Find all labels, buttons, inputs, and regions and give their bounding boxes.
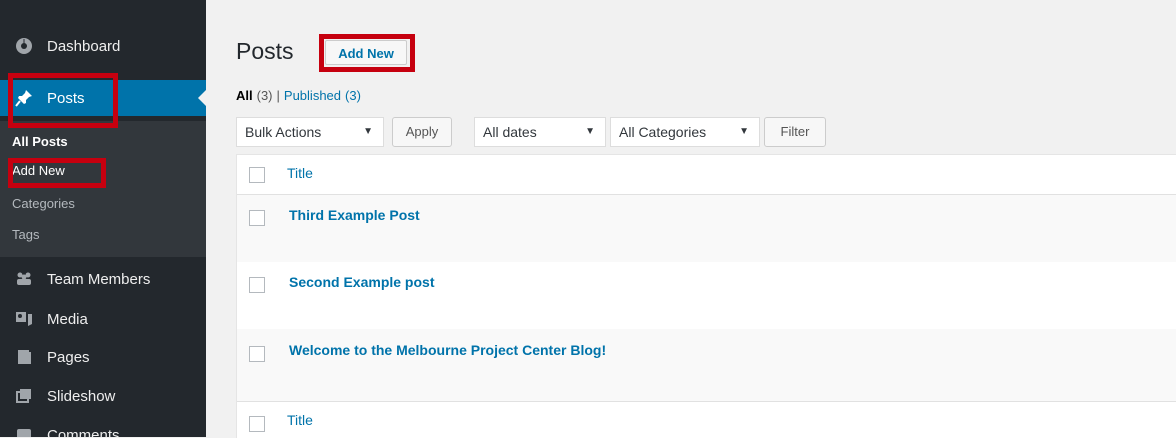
- slideshow-icon: [13, 385, 35, 407]
- dropdown-arrow-icon: ▼: [363, 126, 373, 137]
- admin-sidebar: Dashboard Posts All Posts Add New Catego…: [0, 0, 206, 437]
- sidebar-item-media[interactable]: Media: [0, 301, 206, 337]
- page-title: Posts: [236, 38, 294, 64]
- table-header-row: Title: [237, 155, 1176, 195]
- dashboard-icon: [13, 35, 35, 57]
- add-new-submenu-highlight-box: [8, 158, 106, 188]
- comments-icon: [13, 424, 35, 437]
- submenu-all-posts[interactable]: All Posts: [12, 134, 68, 149]
- posts-submenu: All Posts Add New Categories Tags: [0, 121, 206, 257]
- post-title-link[interactable]: Welcome to the Melbourne Project Center …: [289, 342, 606, 358]
- sidebar-item-label: Slideshow: [47, 387, 116, 405]
- filter-published-count: (3): [345, 88, 361, 103]
- sidebar-item-label: Pages: [47, 348, 90, 366]
- posts-table: Title Third Example Post Second Example …: [236, 154, 1176, 438]
- table-row: Third Example Post: [237, 195, 1176, 262]
- dropdown-arrow-icon: ▼: [585, 126, 595, 137]
- bulk-actions-select[interactable]: Bulk Actions ▼: [236, 117, 384, 147]
- dropdown-arrow-icon: ▼: [739, 126, 749, 137]
- sidebar-item-label: Media: [47, 310, 88, 328]
- posts-highlight-box: [8, 73, 118, 128]
- group-icon: [13, 268, 35, 290]
- add-new-highlight-box: [319, 34, 415, 72]
- apply-button[interactable]: Apply: [392, 117, 452, 147]
- posts-list-page: Posts Add New All (3) | Published (3) Bu…: [206, 0, 1176, 438]
- post-title-link[interactable]: Third Example Post: [289, 207, 420, 223]
- table-footer-row: Title: [237, 402, 1176, 438]
- dates-select[interactable]: All dates ▼: [474, 117, 606, 147]
- post-title-link[interactable]: Second Example post: [289, 274, 434, 290]
- table-row: Second Example post: [237, 262, 1176, 329]
- title-column-footer[interactable]: Title: [287, 412, 313, 428]
- categories-value: All Categories: [619, 124, 707, 140]
- select-all-footer-checkbox[interactable]: [249, 416, 265, 432]
- row-checkbox[interactable]: [249, 346, 265, 362]
- submenu-tags[interactable]: Tags: [12, 227, 39, 242]
- filter-all[interactable]: All: [236, 88, 253, 103]
- filter-separator: |: [276, 88, 280, 103]
- submenu-categories[interactable]: Categories: [12, 196, 75, 211]
- bulk-actions-value: Bulk Actions: [245, 124, 322, 140]
- title-column-header[interactable]: Title: [287, 165, 313, 181]
- sidebar-item-comments[interactable]: Comments: [0, 417, 206, 437]
- filter-button[interactable]: Filter: [764, 117, 826, 147]
- row-checkbox[interactable]: [249, 210, 265, 226]
- sidebar-item-label: Comments: [47, 426, 120, 438]
- sidebar-item-label: Dashboard: [47, 37, 121, 55]
- sidebar-item-label: Team Members: [47, 270, 151, 288]
- select-all-checkbox[interactable]: [249, 167, 265, 183]
- sidebar-item-slideshow[interactable]: Slideshow: [0, 378, 206, 414]
- filter-published[interactable]: Published: [284, 88, 341, 103]
- post-status-filters: All (3) | Published (3): [236, 88, 361, 103]
- dates-value: All dates: [483, 124, 537, 140]
- media-icon: [13, 308, 35, 330]
- categories-select[interactable]: All Categories ▼: [610, 117, 760, 147]
- filter-all-count: (3): [256, 88, 273, 103]
- sidebar-item-pages[interactable]: Pages: [0, 339, 206, 375]
- sidebar-item-dashboard[interactable]: Dashboard: [0, 28, 206, 64]
- pages-icon: [13, 346, 35, 368]
- sidebar-item-team-members[interactable]: Team Members: [0, 261, 206, 297]
- table-row: Welcome to the Melbourne Project Center …: [237, 329, 1176, 402]
- row-checkbox[interactable]: [249, 277, 265, 293]
